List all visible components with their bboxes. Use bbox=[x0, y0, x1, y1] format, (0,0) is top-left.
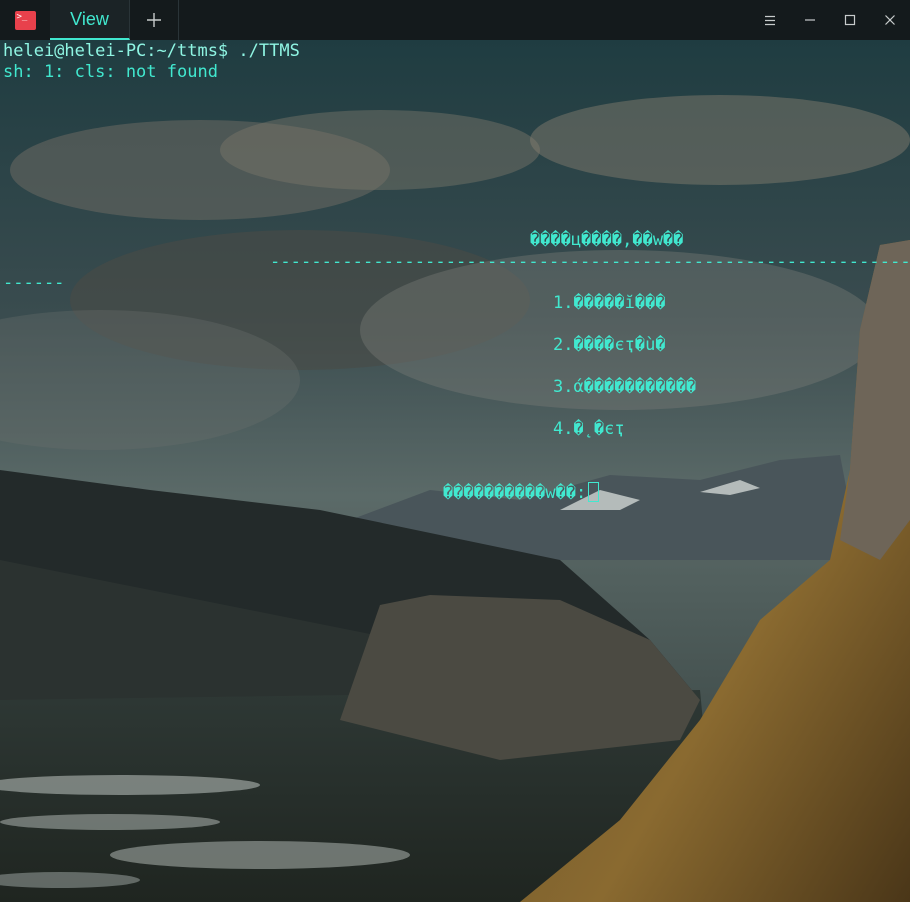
tab-view[interactable]: View bbox=[50, 0, 130, 40]
terminal-icon: >_ bbox=[14, 10, 36, 30]
close-icon bbox=[885, 15, 895, 25]
new-tab-button[interactable] bbox=[130, 0, 179, 40]
maximize-icon bbox=[844, 14, 856, 26]
terminal-output[interactable]: helei@helei-PC:~/ttms$ ./TTMS sh: 1: cls… bbox=[0, 40, 910, 902]
title-bar-drag-area[interactable] bbox=[179, 0, 750, 40]
error-line: sh: 1: cls: not found bbox=[3, 62, 218, 82]
menu-option-1: 1.�����ĭ��� bbox=[553, 293, 666, 313]
menu-option-2: 2.����єҭ�ù� bbox=[553, 335, 666, 355]
menu-option-3: 3.ά����������� bbox=[553, 377, 697, 397]
maximize-button[interactable] bbox=[830, 0, 870, 40]
menu-title: ����ц����,��w�� bbox=[530, 230, 684, 250]
input-prompt: ����������w��: bbox=[443, 483, 587, 503]
app-menu-button[interactable]: >_ bbox=[0, 0, 50, 40]
close-button[interactable] bbox=[870, 0, 910, 40]
terminal-window: >_ View helei@helei-PC:~/ttms$ ./TTMS sh… bbox=[0, 0, 910, 902]
hamburger-menu-icon bbox=[765, 15, 775, 25]
tab-label: View bbox=[70, 8, 109, 29]
title-bar: >_ View bbox=[0, 0, 910, 40]
minimize-icon bbox=[805, 19, 815, 21]
minimize-button[interactable] bbox=[790, 0, 830, 40]
command-line: helei@helei-PC:~/ttms$ ./TTMS bbox=[3, 41, 300, 61]
menu-option-4: 4.�˛�єҭ bbox=[553, 419, 625, 439]
input-line[interactable]: ����������w��: bbox=[443, 482, 600, 504]
plus-icon bbox=[147, 13, 161, 27]
separator-left: ------ bbox=[3, 273, 65, 293]
separator-right: ----------------------------------------… bbox=[270, 252, 910, 272]
text-cursor bbox=[588, 482, 600, 502]
menu-button[interactable] bbox=[750, 0, 790, 40]
